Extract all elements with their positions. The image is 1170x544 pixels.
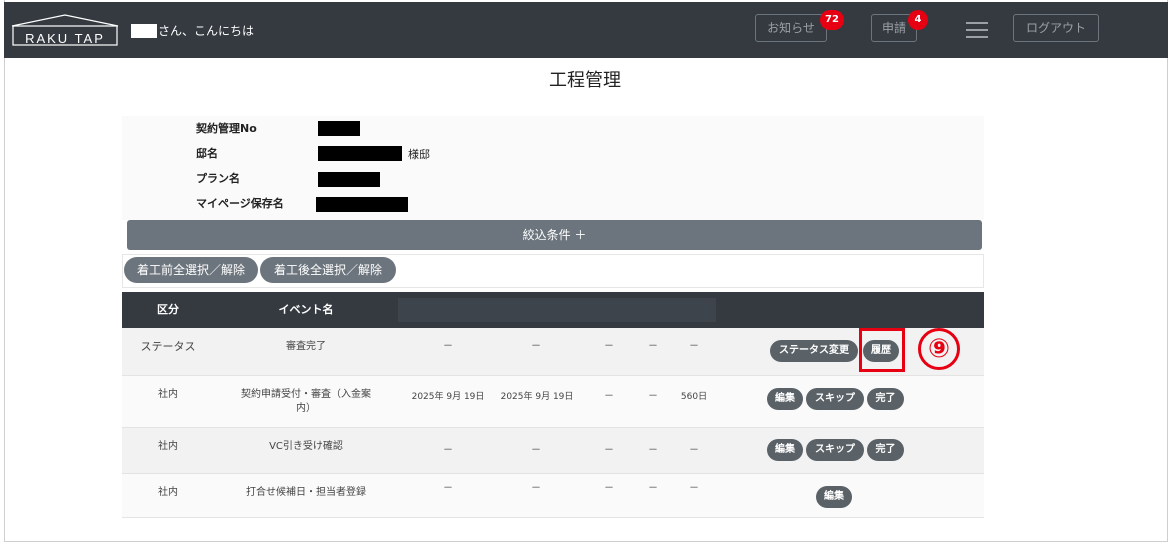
- row-deadline: －: [648, 391, 658, 402]
- row-remaining: －: [689, 341, 699, 352]
- user-name-redacted: [131, 24, 157, 38]
- row-done-date: －: [604, 483, 614, 494]
- row-category: 社内: [158, 389, 178, 400]
- row-planned-date: －: [531, 483, 541, 494]
- table-row: ステータス 審査完了 － － － － － ステータス変更 履歴: [122, 328, 984, 376]
- row-done-date: －: [604, 391, 614, 402]
- residence-name-label: 邸名: [196, 147, 218, 160]
- row-category: ステータス: [140, 340, 196, 353]
- top-navbar: RAKU TAP さん、こんにちは お知らせ 72 申請 4 ログアウト: [4, 2, 1168, 58]
- contract-no-label: 契約管理No: [196, 122, 257, 135]
- row-planned-date: －: [531, 445, 541, 456]
- notice-button[interactable]: お知らせ: [755, 14, 827, 42]
- row-remaining: －: [689, 483, 699, 494]
- row-planned-date: －: [531, 341, 541, 352]
- page-title: 工程管理: [549, 70, 621, 91]
- select-before-construction-button[interactable]: 着工前全選択／解除: [124, 257, 258, 283]
- mypage-name-redacted: [316, 197, 408, 212]
- table-row: 社内 打合せ候補日・担当者登録 － － － － － 編集: [122, 474, 984, 518]
- row-done-date: －: [604, 445, 614, 456]
- col-header-event: イベント名: [278, 303, 334, 316]
- edit-button[interactable]: 編集: [767, 388, 803, 410]
- apply-count-badge: 4: [908, 10, 928, 30]
- row-deadline: －: [648, 483, 658, 494]
- logout-button[interactable]: ログアウト: [1013, 14, 1099, 42]
- history-button-highlight: [859, 328, 905, 372]
- skip-button[interactable]: スキップ: [806, 439, 864, 461]
- residence-name-redacted: [318, 146, 402, 161]
- row-event-name-line2: 内）: [296, 403, 316, 414]
- step-number-annotation: ⑨: [918, 328, 960, 370]
- row-event-name: VC引き受け確認: [269, 441, 343, 452]
- row-event-name: 契約申請受付・審査（入金案: [241, 389, 371, 400]
- table-row: 社内 契約申請受付・審査（入金案 内） 2025年 9月 19日 2025年 9…: [122, 376, 984, 428]
- greeting-text: さん、こんにちは: [158, 24, 255, 38]
- complete-button[interactable]: 完了: [867, 439, 904, 461]
- complete-button[interactable]: 完了: [867, 388, 904, 410]
- col-header-category: 区分: [157, 303, 179, 316]
- row-deadline: －: [648, 341, 658, 352]
- plan-name-label: プラン名: [196, 172, 240, 185]
- skip-button[interactable]: スキップ: [806, 388, 864, 410]
- app-logo[interactable]: RAKU TAP: [10, 14, 120, 46]
- select-after-construction-button[interactable]: 着工後全選択／解除: [260, 257, 396, 283]
- hamburger-icon[interactable]: [966, 22, 988, 40]
- header-date-group-bg: [398, 298, 716, 322]
- row-event-name: 打合せ候補日・担当者登録: [246, 487, 366, 498]
- row-base-date: －: [443, 445, 453, 456]
- plan-name-redacted: [318, 172, 380, 187]
- row-base-date: 2025年 9月 19日: [411, 392, 485, 402]
- row-remaining: －: [689, 445, 699, 456]
- edit-button[interactable]: 編集: [767, 439, 803, 461]
- row-event-name: 審査完了: [286, 341, 326, 352]
- mypage-name-label: マイページ保存名: [196, 197, 284, 210]
- row-category: 社内: [158, 487, 178, 498]
- residence-suffix: 様邸: [408, 148, 430, 161]
- apply-label: 申請: [881, 21, 906, 35]
- row-deadline: －: [648, 445, 658, 456]
- contract-no-redacted: [318, 121, 360, 136]
- edit-button[interactable]: 編集: [816, 486, 852, 508]
- row-base-date: －: [443, 483, 453, 494]
- notice-count-badge: 72: [820, 10, 844, 30]
- table-row: 社内 VC引き受け確認 － － － － － 編集 スキップ 完了: [122, 428, 984, 474]
- row-done-date: －: [604, 341, 614, 352]
- row-base-date: －: [443, 341, 453, 352]
- contract-info-panel: 契約管理No 邸名 様邸 プラン名 マイページ保存名: [122, 116, 984, 220]
- logout-label: ログアウト: [1025, 21, 1086, 35]
- filter-toggle-button[interactable]: 絞込条件 ＋: [127, 220, 982, 250]
- row-remaining: 560日: [680, 392, 708, 402]
- row-category: 社内: [158, 441, 178, 452]
- status-change-button[interactable]: ステータス変更: [770, 340, 858, 362]
- notice-label: お知らせ: [767, 21, 815, 35]
- logo-text: RAKU TAP: [25, 31, 105, 46]
- row-planned-date: 2025年 9月 19日: [500, 392, 574, 402]
